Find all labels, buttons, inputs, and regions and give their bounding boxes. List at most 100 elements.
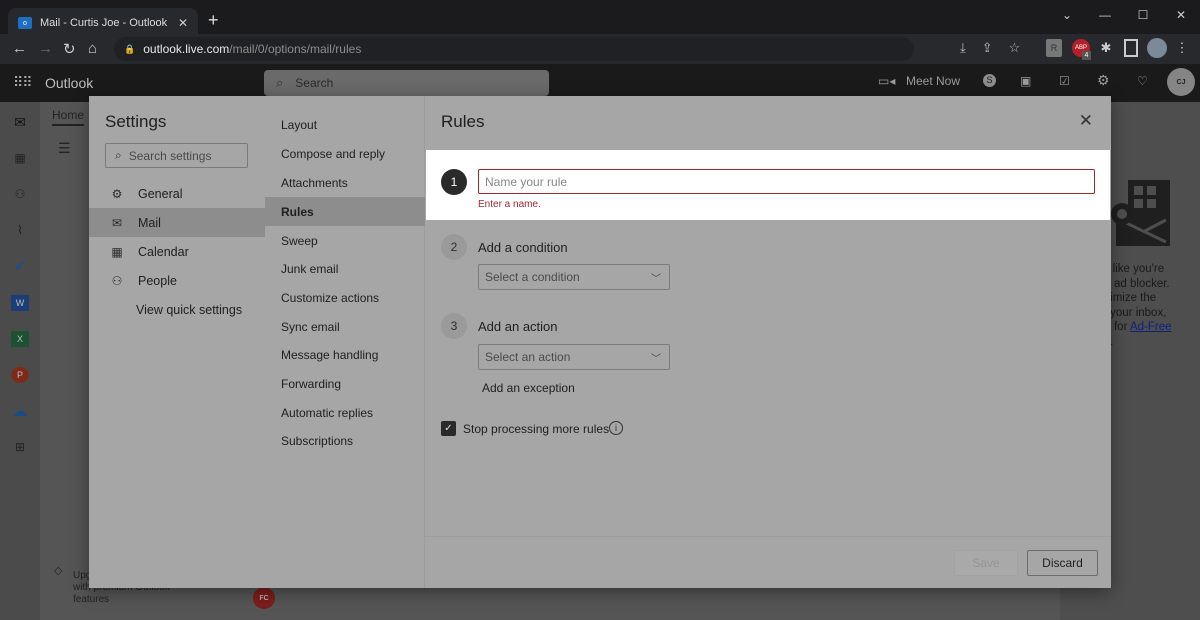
- url-bar[interactable]: 🔒 outlook.live.com/mail/0/options/mail/r…: [114, 37, 914, 61]
- save-button[interactable]: Save: [954, 550, 1018, 576]
- section-automatic-replies[interactable]: Automatic replies: [265, 398, 425, 427]
- category-label: Mail: [138, 215, 161, 230]
- extensions-puzzle-icon[interactable]: ✱: [1098, 39, 1114, 57]
- rules-title: Rules: [441, 112, 485, 131]
- mail-app-icon[interactable]: ✉: [11, 114, 29, 130]
- discard-button[interactable]: Discard: [1027, 550, 1098, 576]
- stop-processing-checkbox[interactable]: ✓: [441, 421, 456, 436]
- browser-menu-icon[interactable]: ⋮: [1176, 39, 1189, 57]
- close-window-button[interactable]: ✕: [1162, 4, 1200, 26]
- settings-categories: Settings ⌕ Search settings ⚙ General ✉ M…: [89, 96, 265, 588]
- tab-title: Mail - Curtis Joe - Outlook: [40, 17, 168, 29]
- upgrade-line-3: features: [73, 594, 110, 605]
- section-sync-email[interactable]: Sync email: [265, 312, 425, 341]
- stop-processing-label[interactable]: Stop processing more rules: [463, 422, 609, 436]
- tab-search-icon[interactable]: ⌄: [1048, 4, 1086, 26]
- office-icon[interactable]: ▣: [1020, 74, 1031, 88]
- section-customize-actions[interactable]: Customize actions: [265, 283, 425, 312]
- word-app-icon[interactable]: W: [11, 295, 29, 311]
- section-sweep[interactable]: Sweep: [265, 226, 425, 255]
- extension-icon[interactable]: R: [1046, 39, 1062, 57]
- settings-category-people[interactable]: ⚇ People: [89, 266, 265, 295]
- abp-badge: 4: [1082, 51, 1091, 60]
- condition-dropdown[interactable]: Select a condition ﹀: [478, 264, 670, 290]
- home-tab[interactable]: Home: [52, 108, 85, 126]
- section-layout[interactable]: Layout: [265, 110, 425, 139]
- ad-free-link[interactable]: Ad-Free: [1130, 321, 1172, 333]
- powerpoint-app-icon[interactable]: P: [11, 367, 29, 383]
- tips-lightbulb-icon[interactable]: ♡: [1137, 74, 1148, 88]
- people-app-icon[interactable]: ⚇: [11, 186, 29, 202]
- settings-gear-icon[interactable]: ⚙: [1097, 72, 1110, 89]
- more-apps-icon[interactable]: ⊞: [11, 439, 29, 455]
- outlook-icon: o: [18, 17, 32, 29]
- app-rail: ✉ ▦ ⚇ ⌇ ✔ W X P ☁ ⊞: [0, 102, 40, 620]
- mail-settings-sections: Layout Compose and reply Attachments Rul…: [265, 96, 425, 588]
- section-forwarding[interactable]: Forwarding: [265, 369, 425, 398]
- todo-app-icon[interactable]: ✔: [11, 258, 29, 275]
- share-icon[interactable]: ⇪: [982, 40, 993, 56]
- new-tab-button[interactable]: +: [208, 10, 219, 31]
- rules-panel: Rules ✕ 1 Enter a name. 2 Add a conditio…: [425, 96, 1111, 588]
- url-path: /mail/0/options/mail/rules: [229, 42, 362, 56]
- hamburger-icon[interactable]: ☰: [58, 140, 71, 157]
- forward-button[interactable]: →: [38, 40, 53, 57]
- category-label: Calendar: [138, 244, 189, 259]
- url-host: outlook.live.com: [143, 42, 230, 56]
- section-subscriptions[interactable]: Subscriptions: [265, 426, 425, 455]
- install-icon[interactable]: ⤓: [960, 40, 966, 56]
- rule-name-input[interactable]: [478, 169, 1095, 194]
- diamond-icon: ◇: [54, 565, 63, 577]
- close-icon[interactable]: ✕: [1079, 111, 1093, 131]
- calendar-icon: ▦: [111, 244, 123, 259]
- skype-icon[interactable]: S: [983, 74, 996, 87]
- step-3-badge: 3: [441, 313, 467, 339]
- step-2-badge: 2: [441, 234, 467, 260]
- view-quick-settings-link[interactable]: View quick settings: [89, 295, 265, 324]
- home-button[interactable]: ⌂: [88, 40, 97, 57]
- settings-category-mail[interactable]: ✉ Mail: [89, 208, 265, 237]
- bookmark-star-icon[interactable]: ☆: [1009, 40, 1021, 56]
- sender-avatar: FC: [253, 587, 275, 609]
- section-rules[interactable]: Rules: [265, 197, 425, 226]
- category-label: General: [138, 186, 183, 201]
- footer-divider: [425, 536, 1111, 537]
- info-icon[interactable]: i: [609, 421, 623, 435]
- mail-search-box[interactable]: ⌕ Search: [264, 70, 549, 96]
- close-tab-icon[interactable]: ✕: [178, 16, 188, 30]
- browser-tab-bar: o Mail - Curtis Joe - Outlook ✕ + ⌄ — ☐ …: [0, 0, 1200, 38]
- add-exception-button[interactable]: Add an exception: [482, 381, 575, 395]
- search-icon: ⌕: [115, 148, 122, 162]
- section-message-handling[interactable]: Message handling: [265, 340, 425, 369]
- step-1-badge: 1: [441, 169, 467, 195]
- onedrive-app-icon[interactable]: ☁: [11, 403, 29, 420]
- account-avatar[interactable]: CJ: [1167, 68, 1195, 96]
- reload-button[interactable]: ↻: [63, 40, 76, 58]
- section-junk-email[interactable]: Junk email: [265, 254, 425, 283]
- section-compose-and-reply[interactable]: Compose and reply: [265, 139, 425, 168]
- chevron-down-icon: ﹀: [651, 354, 661, 365]
- excel-app-icon[interactable]: X: [11, 331, 29, 347]
- minimize-button[interactable]: —: [1086, 4, 1124, 26]
- search-icon: ⌕: [276, 75, 284, 90]
- attachments-app-icon[interactable]: ⌇: [11, 222, 29, 238]
- action-dropdown-value: Select an action: [485, 350, 571, 364]
- side-panel-icon[interactable]: [1124, 39, 1138, 57]
- mail-icon: ✉: [111, 215, 123, 230]
- settings-dialog: Settings ⌕ Search settings ⚙ General ✉ M…: [89, 96, 1111, 588]
- meet-now-button[interactable]: Meet Now: [906, 74, 960, 88]
- settings-category-general[interactable]: ⚙ General: [89, 179, 265, 208]
- action-dropdown[interactable]: Select an action ﹀: [478, 344, 670, 370]
- calendar-app-icon[interactable]: ▦: [11, 150, 29, 166]
- checkmark-icon: ✓: [444, 423, 453, 434]
- settings-category-calendar[interactable]: ▦ Calendar: [89, 237, 265, 266]
- maximize-button[interactable]: ☐: [1124, 4, 1162, 26]
- search-settings-input[interactable]: ⌕ Search settings: [105, 143, 248, 168]
- back-button[interactable]: ←: [12, 40, 27, 57]
- section-attachments[interactable]: Attachments: [265, 168, 425, 197]
- profile-avatar[interactable]: [1147, 38, 1167, 58]
- app-name[interactable]: Outlook: [45, 75, 93, 91]
- app-launcher-icon[interactable]: ⠿⠿: [13, 74, 32, 91]
- search-placeholder: Search: [295, 76, 334, 90]
- my-day-icon[interactable]: ☑: [1059, 74, 1070, 88]
